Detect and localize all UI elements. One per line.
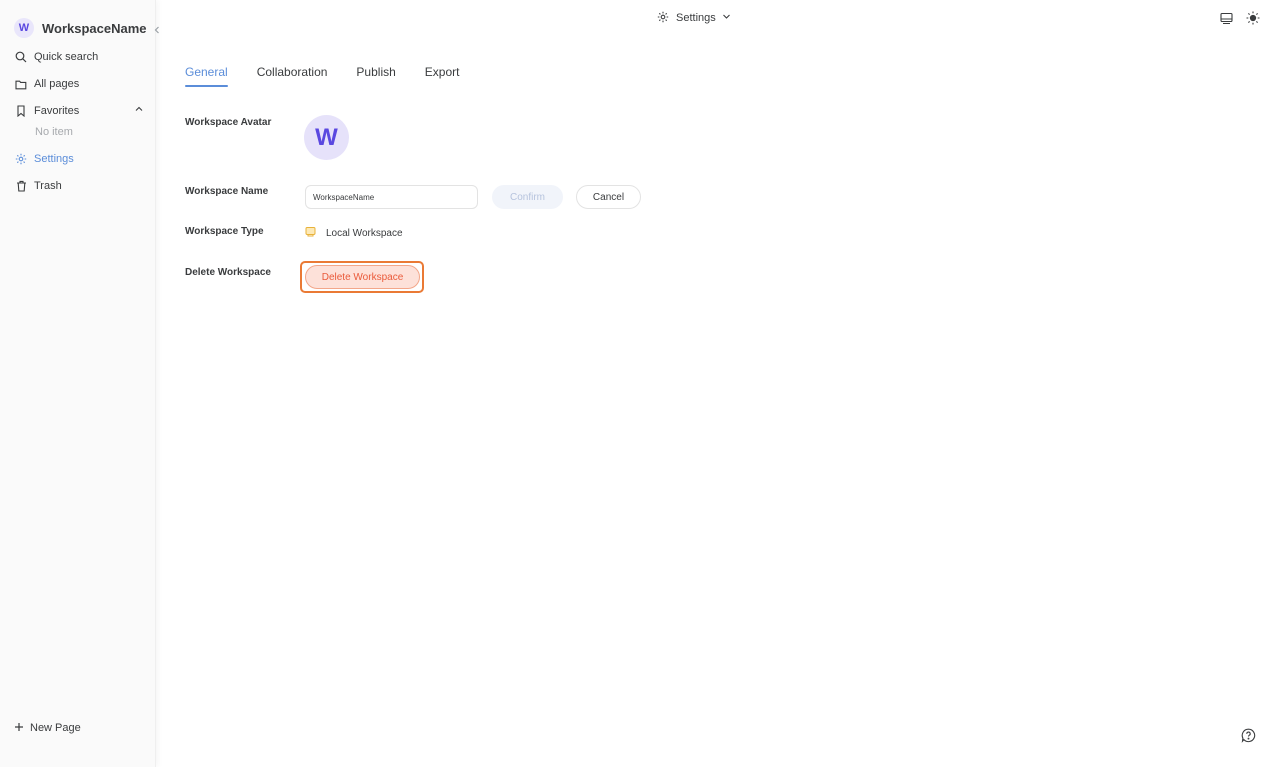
gear-icon: [657, 11, 669, 26]
cancel-button[interactable]: Cancel: [576, 185, 641, 209]
new-page-button[interactable]: New Page: [14, 720, 81, 736]
sidebar-item-label: Settings: [34, 153, 74, 165]
workspace-name-input[interactable]: [305, 185, 478, 209]
chevron-left-icon: [154, 26, 159, 34]
workspace-name-label: Workspace Name: [185, 186, 269, 197]
workspace-type-text: Local Workspace: [326, 227, 403, 239]
workspace-avatar-label: Workspace Avatar: [185, 117, 272, 128]
settings-tabs: General Collaboration Publish Export: [185, 65, 488, 87]
sidebar-item-label: All pages: [34, 78, 80, 90]
favorites-empty-text: No item: [35, 126, 73, 138]
trash-icon: [14, 179, 28, 193]
confirm-button[interactable]: Confirm: [492, 185, 563, 209]
workspace-type-label: Workspace Type: [185, 226, 264, 237]
gear-icon: [14, 152, 28, 166]
sidebar-item-label: Trash: [34, 180, 62, 192]
layout-icon[interactable]: [1219, 11, 1233, 25]
topbar-title: Settings: [676, 12, 716, 24]
help-icon[interactable]: [1241, 728, 1256, 743]
delete-workspace-button[interactable]: Delete Workspace: [305, 265, 420, 289]
new-page-label: New Page: [30, 722, 81, 734]
sidebar-item-label: Favorites: [34, 105, 80, 117]
tab-general[interactable]: General: [185, 65, 228, 87]
workspace-switcher[interactable]: W WorkspaceName: [14, 17, 147, 39]
sidebar-item-favorites[interactable]: Favorites: [14, 101, 148, 121]
chevron-up-icon[interactable]: [134, 104, 144, 117]
chevron-down-icon: [722, 12, 731, 24]
sidebar-item-quick-search[interactable]: Quick search: [14, 47, 148, 67]
tab-publish[interactable]: Publish: [356, 65, 395, 87]
workspace-type-value: Local Workspace: [305, 226, 403, 240]
tab-collaboration[interactable]: Collaboration: [257, 65, 328, 87]
folder-icon: [14, 77, 28, 91]
sidebar-item-label: Quick search: [34, 51, 99, 63]
sun-icon[interactable]: [1246, 11, 1260, 25]
sidebar-item-trash[interactable]: Trash: [14, 176, 148, 196]
tab-export[interactable]: Export: [425, 65, 460, 87]
sidebar-item-all-pages[interactable]: All pages: [14, 74, 148, 94]
plus-icon: [14, 722, 24, 735]
workspace-name: WorkspaceName: [42, 20, 147, 36]
bookmark-icon: [14, 104, 28, 118]
workspace-avatar-small: W: [14, 18, 34, 38]
collapse-sidebar-button[interactable]: [150, 22, 164, 38]
topbar-settings-dropdown[interactable]: Settings: [657, 10, 731, 26]
delete-workspace-label: Delete Workspace: [185, 267, 271, 278]
local-storage-icon: [305, 226, 316, 240]
sidebar: W WorkspaceName Quick search All pages F…: [0, 0, 156, 767]
search-icon: [14, 50, 28, 64]
workspace-avatar[interactable]: W: [304, 115, 349, 160]
sidebar-item-settings[interactable]: Settings: [14, 149, 148, 169]
